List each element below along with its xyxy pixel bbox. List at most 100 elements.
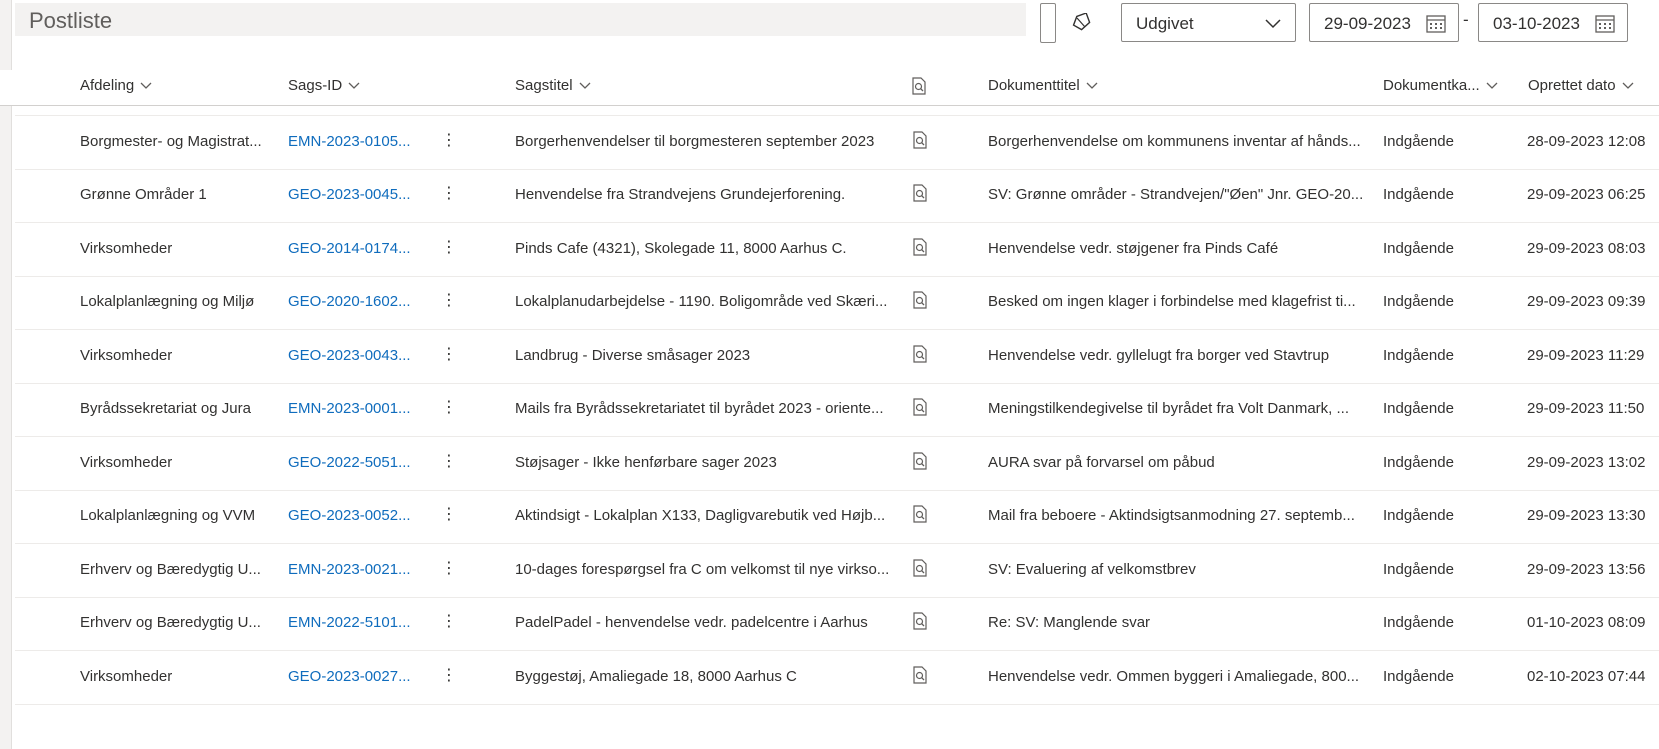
cell-dokumenttitel: Borgerhenvendelse om kommunens inventar … bbox=[988, 132, 1361, 150]
cell-sagstitel: Landbrug - Diverse småsager 2023 bbox=[515, 346, 751, 364]
document-preview-icon[interactable] bbox=[912, 184, 928, 207]
cell-dokumentkategori: Indgående bbox=[1383, 400, 1454, 417]
column-header-label: Dokumentka... bbox=[1383, 77, 1480, 94]
table-row[interactable]: Erhverv og Bæredygtig U... EMN-2023-0021.… bbox=[15, 544, 1659, 598]
cell-oprettet-dato: 01-10-2023 08:09 bbox=[1527, 614, 1646, 631]
eraser-icon bbox=[1072, 13, 1091, 31]
more-options-icon[interactable]: ⋮ bbox=[441, 400, 457, 416]
table-row[interactable]: Virksomheder GEO-2022-5051... ⋮ Støjsager -… bbox=[15, 437, 1659, 491]
more-options-icon[interactable]: ⋮ bbox=[441, 614, 457, 630]
document-preview-icon[interactable] bbox=[912, 451, 928, 475]
column-header-afdeling[interactable]: Afdeling bbox=[80, 77, 152, 94]
cell-sagstitel: Borgerhenvendelser til borgmesteren sept… bbox=[515, 132, 875, 150]
page-title-bar: Postliste bbox=[15, 3, 1026, 36]
cell-sags-id-link[interactable]: GEO-2022-5051... bbox=[288, 454, 413, 471]
cell-sagstitel: Henvendelse fra Strandvejens Grundejerfo… bbox=[515, 186, 846, 203]
column-header-label: Dokumenttitel bbox=[988, 77, 1080, 94]
table-row[interactable]: Lokalplanlægning og VVM GEO-2023-0052... ⋮… bbox=[15, 490, 1659, 544]
document-preview-icon[interactable] bbox=[912, 130, 928, 154]
table-row[interactable]: Lokalplanlægning og Miljø GEO-2020-1602..… bbox=[15, 276, 1659, 330]
calendar-icon bbox=[1595, 15, 1615, 33]
cell-sags-id-link[interactable]: EMN-2023-0105... bbox=[288, 133, 413, 150]
cell-sags-id-link[interactable]: GEO-2023-0052... bbox=[288, 507, 413, 524]
table-row[interactable]: Borgmester- og Magistrat... EMN-2023-0105… bbox=[15, 116, 1659, 170]
document-preview-icon[interactable] bbox=[912, 398, 928, 421]
chevron-down-icon bbox=[1486, 82, 1498, 89]
cell-sags-id-link[interactable]: GEO-2023-0043... bbox=[288, 347, 413, 364]
cell-sags-id-link[interactable]: GEO-2020-1602... bbox=[288, 293, 413, 310]
clear-filter-button[interactable] bbox=[1068, 10, 1096, 34]
cell-dokumentkategori: Indgående bbox=[1383, 667, 1454, 685]
more-options-icon[interactable]: ⋮ bbox=[441, 132, 457, 149]
cell-sags-id-link[interactable]: GEO-2023-0027... bbox=[288, 668, 413, 685]
status-dropdown[interactable]: Udgivet bbox=[1121, 3, 1296, 42]
table-header: Afdeling Sags-ID Sagstitel Dokumenttitel… bbox=[0, 70, 1659, 106]
table-row[interactable]: Virksomheder GEO-2014-0174... ⋮ Pinds Cafe … bbox=[15, 223, 1659, 277]
cell-sagstitel: Lokalplanudarbejdelse - 1190. Boligområd… bbox=[515, 293, 888, 310]
cell-oprettet-dato: 29-09-2023 06:25 bbox=[1527, 186, 1646, 203]
cell-dokumentkategori: Indgående bbox=[1383, 186, 1454, 203]
cell-dokumenttitel: Henvendelse vedr. Ommen byggeri i Amalie… bbox=[988, 667, 1360, 685]
document-preview-icon[interactable] bbox=[912, 237, 928, 261]
more-options-icon[interactable]: ⋮ bbox=[441, 186, 457, 202]
cell-dokumenttitel: SV: Evaluering af velkomstbrev bbox=[988, 560, 1196, 578]
table-body: Fagligt sekretariatEMN-2023-0000...⋮Jour… bbox=[15, 80, 1659, 730]
table-row[interactable]: Virksomheder GEO-2023-0027... ⋮ Byggestøj, … bbox=[15, 651, 1659, 705]
cell-sags-id-link[interactable]: EMN-2022-5101... bbox=[288, 614, 413, 631]
document-preview-icon[interactable] bbox=[912, 665, 928, 689]
search-input[interactable] bbox=[1040, 3, 1056, 43]
date-from-picker[interactable]: 29-09-2023 bbox=[1309, 3, 1459, 42]
column-header-dokumentkategori[interactable]: Dokumentka... bbox=[1383, 77, 1498, 94]
more-options-icon[interactable]: ⋮ bbox=[441, 293, 457, 309]
cell-oprettet-dato: 02-10-2023 07:44 bbox=[1527, 667, 1646, 685]
more-options-icon[interactable]: ⋮ bbox=[441, 346, 457, 363]
table-row[interactable]: Grønne Områder 1 GEO-2023-0045... ⋮ Henvend… bbox=[15, 169, 1659, 223]
more-options-icon[interactable]: ⋮ bbox=[441, 667, 457, 684]
column-header-preview[interactable] bbox=[911, 77, 927, 95]
cell-sags-id-link[interactable]: GEO-2014-0174... bbox=[288, 240, 413, 257]
table-row[interactable]: Byrådssekretariat og Jura EMN-2023-0001..… bbox=[15, 383, 1659, 437]
cell-oprettet-dato: 29-09-2023 09:39 bbox=[1527, 293, 1646, 310]
chevron-down-icon bbox=[1086, 82, 1098, 89]
more-options-icon[interactable]: ⋮ bbox=[441, 239, 457, 256]
document-preview-icon[interactable] bbox=[912, 291, 928, 314]
column-header-label: Sags-ID bbox=[288, 77, 343, 94]
document-preview-icon bbox=[912, 77, 926, 95]
cell-afdeling: Erhverv og Bæredygtig U... bbox=[80, 614, 261, 631]
chevron-down-icon bbox=[1622, 82, 1634, 89]
document-preview-icon[interactable] bbox=[912, 344, 928, 368]
cell-oprettet-dato: 29-09-2023 11:50 bbox=[1527, 400, 1645, 417]
cell-afdeling: Virksomheder bbox=[80, 346, 173, 364]
column-header-sagstitel[interactable]: Sagstitel bbox=[515, 77, 591, 94]
cell-oprettet-dato: 28-09-2023 12:08 bbox=[1527, 132, 1646, 150]
more-options-icon[interactable]: ⋮ bbox=[441, 507, 457, 523]
document-preview-icon[interactable] bbox=[912, 558, 928, 582]
cell-afdeling: Erhverv og Bæredygtig U... bbox=[80, 560, 261, 578]
calendar-icon bbox=[1426, 15, 1446, 33]
column-header-sags-id[interactable]: Sags-ID bbox=[288, 77, 360, 94]
table-row[interactable]: Virksomheder GEO-2023-0043... ⋮ Landbrug - … bbox=[15, 330, 1659, 384]
cell-sagstitel: Støjsager - Ikke henførbare sager 2023 bbox=[515, 453, 777, 471]
date-to-picker[interactable]: 03-10-2023 bbox=[1478, 3, 1628, 42]
cell-dokumentkategori: Indgående bbox=[1383, 614, 1454, 631]
column-header-dokumenttitel[interactable]: Dokumenttitel bbox=[988, 77, 1098, 94]
column-header-oprettet-dato[interactable]: Oprettet dato bbox=[1528, 77, 1634, 94]
chevron-down-icon bbox=[348, 82, 360, 89]
chevron-down-icon bbox=[140, 82, 152, 89]
cell-dokumenttitel: Re: SV: Manglende svar bbox=[988, 614, 1151, 631]
cell-dokumentkategori: Indgående bbox=[1383, 346, 1454, 364]
more-options-icon[interactable]: ⋮ bbox=[441, 560, 457, 577]
cell-sags-id-link[interactable]: EMN-2023-0021... bbox=[288, 561, 413, 578]
cell-sagstitel: Mails fra Byrådssekretariatet til byråde… bbox=[515, 400, 884, 417]
document-preview-icon[interactable] bbox=[912, 505, 928, 528]
cell-afdeling: Grønne Områder 1 bbox=[80, 186, 207, 203]
date-separator: - bbox=[1463, 10, 1469, 29]
document-preview-icon[interactable] bbox=[912, 612, 928, 635]
cell-dokumenttitel: SV: Grønne områder - Strandvejen/"Øen" J… bbox=[988, 186, 1364, 203]
chevron-down-icon bbox=[579, 82, 591, 89]
cell-sags-id-link[interactable]: EMN-2023-0001... bbox=[288, 400, 413, 417]
cell-afdeling: Borgmester- og Magistrat... bbox=[80, 132, 262, 150]
table-row[interactable]: Erhverv og Bæredygtig U... EMN-2022-5101.… bbox=[15, 597, 1659, 651]
cell-sags-id-link[interactable]: GEO-2023-0045... bbox=[288, 186, 413, 203]
more-options-icon[interactable]: ⋮ bbox=[441, 453, 457, 470]
